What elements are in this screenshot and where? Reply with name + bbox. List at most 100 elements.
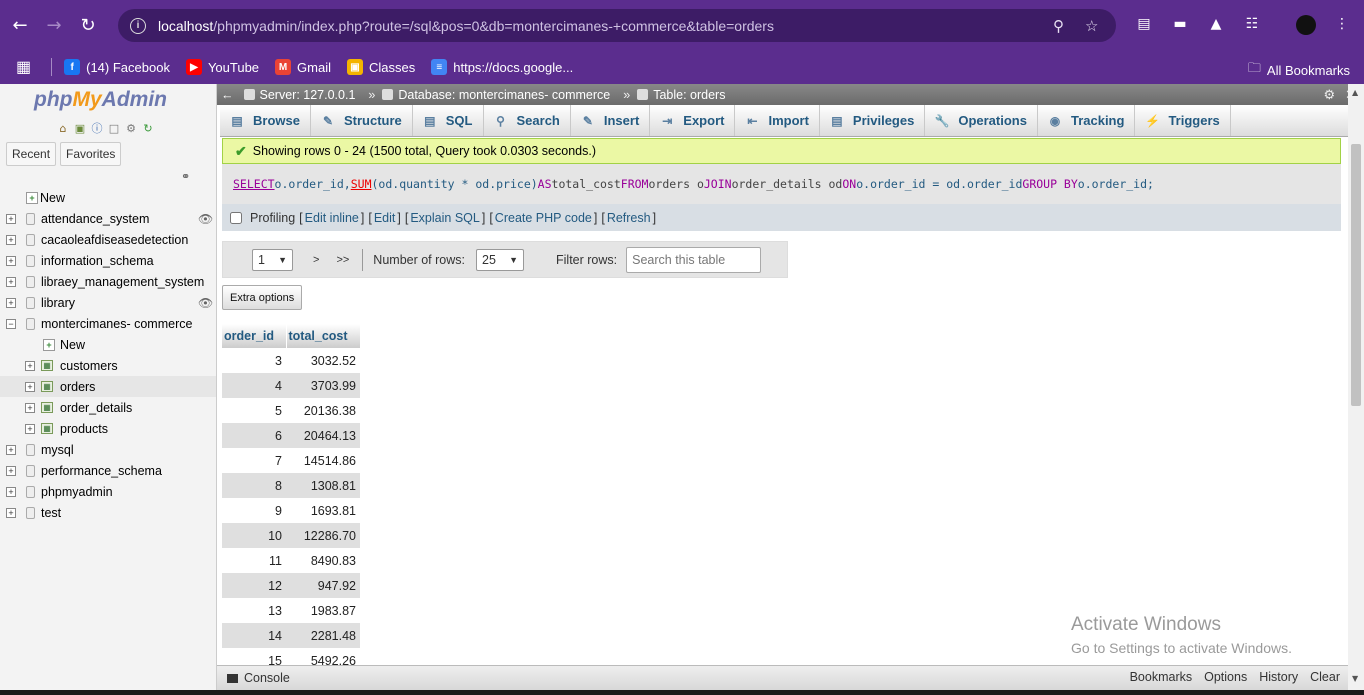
tree-database[interactable]: + cacaoleafdiseasedetection — [0, 229, 216, 250]
cell-order-id[interactable]: 3 — [222, 348, 286, 373]
eye-icon[interactable]: 👁 — [198, 296, 213, 310]
cell-total-cost[interactable]: 947.92 — [286, 573, 360, 598]
tab-browse[interactable]: ▤ Browse — [220, 105, 311, 136]
expand-icon[interactable]: + — [25, 360, 35, 371]
console-bar[interactable]: Console Bookmarks Options History Clear — [217, 665, 1348, 690]
cell-order-id[interactable]: 14 — [222, 623, 286, 648]
recent-tab[interactable]: Recent — [6, 142, 57, 166]
tree-table[interactable]: + ▦ products — [0, 418, 216, 439]
tree-database[interactable]: + library 👁 — [0, 292, 216, 313]
tree-item-label[interactable]: library — [41, 296, 75, 310]
expand-icon[interactable]: + — [6, 444, 16, 455]
expand-icon[interactable]: + — [6, 276, 16, 287]
expand-icon[interactable]: + — [25, 402, 35, 413]
cell-order-id[interactable]: 5 — [222, 398, 286, 423]
edit-inline-link[interactable]: Edit inline — [305, 211, 359, 225]
tree-item-label[interactable]: libraey_management_system — [41, 275, 204, 289]
link-with-main-icon[interactable]: ⚭ — [181, 170, 190, 183]
table-row[interactable]: 7 14514.86 — [222, 448, 360, 473]
cell-order-id[interactable]: 4 — [222, 373, 286, 398]
tree-database[interactable]: + libraey_management_system — [0, 271, 216, 292]
reload-nav-icon[interactable]: ↻ — [141, 121, 155, 135]
cell-order-id[interactable]: 8 — [222, 473, 286, 498]
bookmark-star-icon[interactable]: ☆ — [1085, 17, 1098, 35]
phpmyadmin-logo[interactable]: phpMyAdmin — [34, 88, 167, 112]
filter-rows-input[interactable]: Search this table — [626, 246, 762, 273]
console-bookmarks-link[interactable]: Bookmarks — [1130, 670, 1193, 684]
scroll-down-icon[interactable]: ▼ — [1352, 674, 1358, 683]
tab-search[interactable]: ⚲ Search — [484, 105, 571, 136]
cell-total-cost[interactable]: 20136.38 — [286, 398, 360, 423]
tree-item-label[interactable]: orders — [60, 380, 95, 394]
tree-item-label[interactable]: products — [60, 422, 108, 436]
site-info-icon[interactable]: i — [130, 17, 146, 34]
tree-item-label[interactable]: information_schema — [41, 254, 154, 268]
tree-database[interactable]: + test — [0, 502, 216, 523]
cell-total-cost[interactable]: 1983.87 — [286, 598, 360, 623]
expand-icon[interactable]: + — [6, 465, 16, 476]
cell-total-cost[interactable]: 12286.70 — [286, 523, 360, 548]
console-options-link[interactable]: Options — [1204, 670, 1247, 684]
tree-item-label[interactable]: performance_schema — [41, 464, 162, 478]
reading-list-icon[interactable]: ▤ — [1135, 15, 1153, 33]
tree-table[interactable]: + ▦ order_details — [0, 397, 216, 418]
expand-icon[interactable]: + — [25, 381, 35, 392]
reload-button[interactable]: ↻ — [74, 11, 102, 39]
bookmark-item[interactable]: ≡ https://docs.google... — [431, 59, 573, 75]
console-history-link[interactable]: History — [1259, 670, 1298, 684]
cell-order-id[interactable]: 6 — [222, 423, 286, 448]
tab-triggers[interactable]: ⚡ Triggers — [1135, 105, 1231, 136]
scroll-up-icon[interactable]: ▲ — [1352, 88, 1358, 97]
sql-query-box[interactable]: SELECT o.order_id, SUM (od.quantity * od.… — [222, 164, 1341, 204]
tab-structure[interactable]: ✎ Structure — [311, 105, 413, 136]
column-header-order-id[interactable]: order_id — [222, 324, 287, 348]
breadcrumb-database[interactable]: Database: montercimanes- commerce — [382, 88, 610, 102]
tree-item-label[interactable]: mysql — [41, 443, 74, 457]
cell-total-cost[interactable]: 1693.81 — [286, 498, 360, 523]
tree-new-table[interactable]: + New — [0, 334, 216, 355]
table-row[interactable]: 8 1308.81 — [222, 473, 360, 498]
tab-import[interactable]: ⇤ Import — [735, 105, 820, 136]
extension-icon[interactable]: ▲ — [1207, 15, 1225, 33]
table-row[interactable]: 12 947.92 — [222, 573, 360, 598]
tab-tracking[interactable]: ◉ Tracking — [1038, 105, 1136, 136]
extensions-puzzle-icon[interactable]: ☷ — [1243, 15, 1261, 33]
tab-operations[interactable]: 🔧 Operations — [925, 105, 1038, 136]
cell-total-cost[interactable]: 8490.83 — [286, 548, 360, 573]
table-row[interactable]: 4 3703.99 — [222, 373, 360, 398]
docs-icon[interactable]: □ — [107, 121, 121, 135]
table-row[interactable]: 6 20464.13 — [222, 423, 360, 448]
all-bookmarks[interactable]: 🗀 All Bookmarks — [1248, 59, 1350, 81]
expand-icon[interactable]: + — [6, 486, 16, 497]
expand-icon[interactable]: + — [6, 213, 16, 224]
column-header-total-cost[interactable]: total_cost — [286, 324, 361, 348]
page-scrollbar[interactable]: ▲ ▼ — [1348, 84, 1364, 690]
profile-avatar[interactable] — [1296, 15, 1316, 35]
tree-item-label[interactable]: test — [41, 506, 61, 520]
table-row[interactable]: 9 1693.81 — [222, 498, 360, 523]
edit-link[interactable]: Edit — [374, 211, 396, 225]
table-row[interactable]: 10 12286.70 — [222, 523, 360, 548]
tree-database[interactable]: + mysql — [0, 439, 216, 460]
back-button[interactable]: ← — [6, 11, 34, 39]
tree-item-label[interactable]: cacaoleafdiseasedetection — [41, 233, 188, 247]
bookmark-item[interactable]: ▣ Classes — [347, 59, 415, 75]
tree-item-label[interactable]: customers — [60, 359, 118, 373]
home-icon[interactable]: ⌂ — [56, 121, 70, 135]
cell-order-id[interactable]: 11 — [222, 548, 286, 573]
forward-button[interactable]: → — [40, 11, 68, 39]
tree-item-label[interactable]: montercimanes- commerce — [41, 317, 192, 331]
console-clear-link[interactable]: Clear — [1310, 670, 1340, 684]
last-page-button[interactable]: >> — [336, 254, 349, 266]
table-row[interactable]: 13 1983.87 — [222, 598, 360, 623]
table-row[interactable]: 14 2281.48 — [222, 623, 360, 648]
explain-sql-link[interactable]: Explain SQL — [410, 211, 479, 225]
tab-privileges[interactable]: ▤ Privileges — [820, 105, 926, 136]
expand-icon[interactable]: + — [6, 297, 16, 308]
extra-options-button[interactable]: Extra options — [222, 285, 303, 310]
settings-gear-icon[interactable]: ⚙ — [124, 121, 138, 135]
tree-table[interactable]: + ▦ customers — [0, 355, 216, 376]
zoom-icon[interactable]: ⚲ — [1053, 17, 1064, 35]
next-page-button[interactable]: > — [313, 254, 319, 266]
cell-total-cost[interactable]: 3032.52 — [286, 348, 360, 373]
